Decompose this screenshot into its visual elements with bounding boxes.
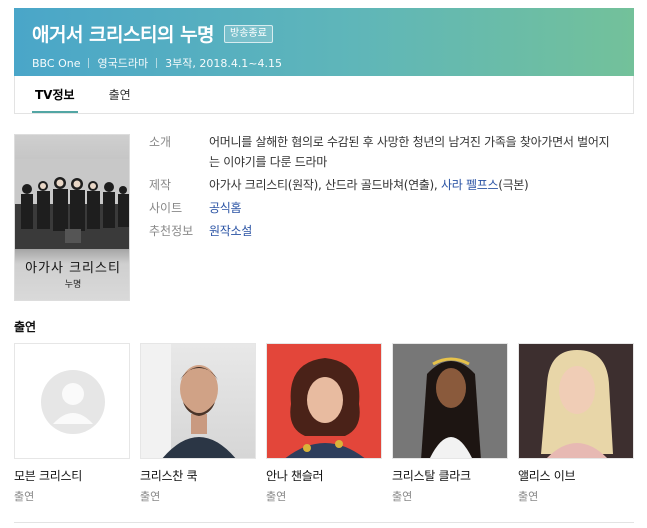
cast-member[interactable]: 크리스탈 클라크 출연 xyxy=(392,343,508,504)
person-photo-image xyxy=(393,344,507,458)
cast-role: 출연 xyxy=(140,490,161,503)
cast-role: 출연 xyxy=(518,490,539,503)
production-label: 제작 xyxy=(149,178,172,192)
tab-bar: TV정보 출연 xyxy=(14,76,634,114)
author-name: 아가사 크리스티 xyxy=(209,178,288,192)
recommend-row: 추천정보 원작소설 xyxy=(149,221,619,241)
writer-role: (극본) xyxy=(498,178,529,192)
synopsis-row: 소개 어머니를 살해한 혐의로 수감된 후 사망한 청년의 남겨진 가족을 찾아… xyxy=(149,132,619,172)
synopsis-text: 어머니를 살해한 혐의로 수감된 후 사망한 청년의 남겨진 가족을 찾아가면서… xyxy=(209,135,610,169)
cast-photo[interactable] xyxy=(518,343,634,459)
site-label: 사이트 xyxy=(149,201,183,215)
poster-figures-image xyxy=(15,159,129,249)
program-title[interactable]: 애거서 크리스티의 누명 xyxy=(32,20,215,47)
cast-list: 모븐 크리스티 출연 크리스찬 쿡 출연 안나 챈슬러 출연 크리스탈 클라크 … xyxy=(14,343,634,504)
synopsis-label: 소개 xyxy=(149,135,172,149)
official-site-link[interactable]: 공식홈 xyxy=(209,198,619,218)
production-credits: 아가사 크리스티(원작), 산드라 골드바쳐(연출), 사라 펠프스(극본) xyxy=(209,175,619,195)
program-meta: BBC One 영국드라마 3부작, 2018.4.1~4.15 xyxy=(32,55,616,71)
cast-photo[interactable] xyxy=(140,343,256,459)
director-name: 산드라 골드바쳐 xyxy=(324,178,404,192)
writer-link[interactable]: 사라 펠프스 xyxy=(441,178,499,192)
cast-heading: 출연 xyxy=(14,320,37,334)
cast-name[interactable]: 안나 챈슬러 xyxy=(266,467,382,484)
cast-role: 출연 xyxy=(14,490,35,503)
cast-name[interactable]: 크리스탈 클라크 xyxy=(392,467,508,484)
cast-name[interactable]: 모븐 크리스티 xyxy=(14,467,130,484)
tab-cast[interactable]: 출연 xyxy=(109,76,131,113)
meta-divider xyxy=(88,58,90,68)
cast-photo[interactable] xyxy=(392,343,508,459)
director-role: (연출), xyxy=(403,178,441,192)
cast-role: 출연 xyxy=(392,490,413,503)
poster-subtitle: 누명 xyxy=(64,280,82,290)
cast-member[interactable]: 앨리스 이브 출연 xyxy=(518,343,634,504)
section-divider xyxy=(14,522,634,523)
person-photo-image xyxy=(267,344,381,458)
cast-member[interactable]: 안나 챈슬러 출연 xyxy=(266,343,382,504)
cast-photo[interactable] xyxy=(266,343,382,459)
poster-title: 아가사 크리스티 xyxy=(25,261,121,276)
person-placeholder-icon xyxy=(41,370,105,434)
meta-divider xyxy=(156,58,158,68)
site-row: 사이트 공식홈 xyxy=(149,198,619,218)
status-badge: 방송종료 xyxy=(224,24,273,43)
person-photo-image xyxy=(519,344,633,458)
program-info: 소개 어머니를 살해한 혐의로 수감된 후 사망한 청년의 남겨진 가족을 찾아… xyxy=(149,132,619,244)
tab-tv-info[interactable]: TV정보 xyxy=(32,76,78,113)
person-photo-image xyxy=(141,344,236,458)
genre: 영국드라마 xyxy=(97,57,149,70)
production-row: 제작 아가사 크리스티(원작), 산드라 골드바쳐(연출), 사라 펠프스(극본… xyxy=(149,175,619,195)
program-header: 애거서 크리스티의 누명 방송종료 BBC One 영국드라마 3부작, 201… xyxy=(14,8,634,76)
recommend-label: 추천정보 xyxy=(149,224,194,238)
cast-member[interactable]: 모븐 크리스티 출연 xyxy=(14,343,130,504)
cast-member[interactable]: 크리스찬 쿡 출연 xyxy=(140,343,256,504)
cast-photo-placeholder[interactable] xyxy=(14,343,130,459)
poster[interactable]: 아가사 크리스티 누명 xyxy=(14,134,130,301)
cast-name[interactable]: 크리스찬 쿡 xyxy=(140,467,256,484)
broadcaster: BBC One xyxy=(32,56,81,70)
cast-name[interactable]: 앨리스 이브 xyxy=(518,467,634,484)
cast-role: 출연 xyxy=(266,490,287,503)
episodes-dates: 3부작, 2018.4.1~4.15 xyxy=(165,57,283,70)
original-novel-link[interactable]: 원작소설 xyxy=(209,221,619,241)
author-role: (원작), xyxy=(287,178,325,192)
